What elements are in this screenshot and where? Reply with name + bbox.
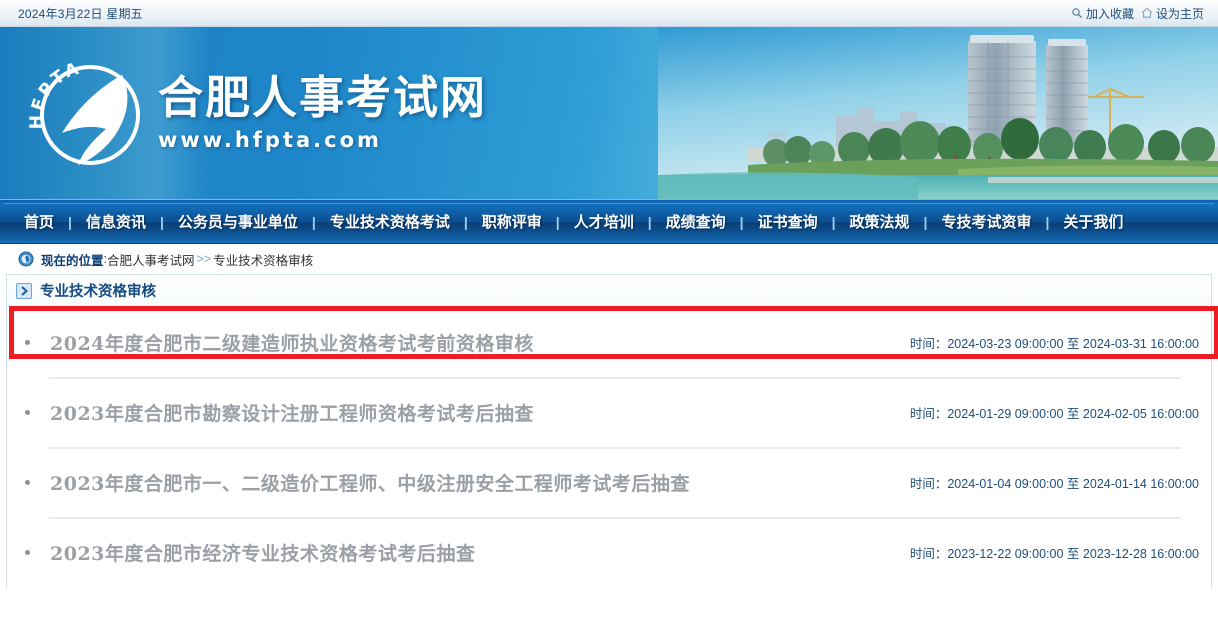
time-joiner: 至 bbox=[1066, 336, 1080, 351]
top-utility-bar: 2024年3月22日 星期五 加入收藏 设为主页 bbox=[0, 0, 1218, 27]
list-item-title[interactable]: 2024年度合肥市二级建造师执业资格考试考前资格审核 bbox=[50, 329, 910, 356]
nav-item-2[interactable]: 公务员与事业单位 bbox=[164, 211, 312, 232]
set-homepage-label: 设为主页 bbox=[1155, 6, 1204, 21]
time-end: 2023-12-28 16:00:00 bbox=[1082, 546, 1199, 561]
time-label: 时间： bbox=[909, 476, 948, 491]
list-item[interactable]: 2023年度合肥市勘察设计注册工程师资格考试考后抽查 时间：2024-01-29 … bbox=[7, 377, 1211, 447]
nav-item-0[interactable]: 首页 bbox=[10, 211, 68, 232]
current-date: 2024年3月22日 星期五 bbox=[18, 6, 143, 21]
site-url: www.hfpta.com bbox=[158, 128, 382, 153]
set-homepage-button[interactable]: 设为主页 bbox=[1141, 5, 1204, 22]
main-navigation: 首页 | 信息资讯 | 公务员与事业单位 | 专业技术资格考试 | 职称评审 | 人才培训 | 成绩查询… bbox=[0, 199, 1218, 244]
breadcrumb-label: 现在的位置 bbox=[41, 252, 104, 268]
bullet-icon bbox=[25, 549, 30, 555]
nav-item-1[interactable]: 信息资讯 bbox=[72, 211, 160, 232]
list-item[interactable]: 2023年度合肥市一、二级造价工程师、中级注册安全工程师考试考后抽查 时间：202… bbox=[7, 447, 1211, 517]
time-label: 时间： bbox=[909, 546, 948, 561]
breadcrumb-root-link[interactable]: 合肥人事考试网 bbox=[107, 250, 195, 269]
add-favorite-label: 加入收藏 bbox=[1085, 6, 1134, 21]
panel-title: 专业技术资格审核 bbox=[40, 284, 156, 300]
hfpta-logo-icon: HFPTA bbox=[26, 49, 154, 177]
top-utility-links: 加入收藏 设为主页 bbox=[1071, 5, 1204, 22]
time-joiner: 至 bbox=[1066, 546, 1080, 561]
time-joiner: 至 bbox=[1066, 476, 1080, 491]
list-item-title[interactable]: 2023年度合肥市一、二级造价工程师、中级注册安全工程师考试考后抽查 bbox=[50, 469, 910, 496]
panel-header: 专业技术资格审核 bbox=[7, 275, 1211, 307]
nav-item-7[interactable]: 证书查询 bbox=[744, 211, 832, 232]
time-joiner: 至 bbox=[1066, 406, 1080, 421]
nav-item-9[interactable]: 专技考试资审 bbox=[927, 211, 1045, 232]
time-label: 时间： bbox=[909, 406, 948, 421]
time-start: 2024-01-29 09:00:00 bbox=[947, 406, 1064, 421]
content-panel: 专业技术资格审核 2024年度合肥市二级建造师执业资格考试考前资格审核 时间：20… bbox=[6, 274, 1218, 588]
nav-list: 首页 | 信息资讯 | 公务员与事业单位 | 专业技术资格考试 | 职称评审 | 人才培训 | 成绩查询… bbox=[10, 211, 1208, 232]
list-item-time: 时间：2024-01-04 09:00:00 至 2024-01-14 16:0… bbox=[910, 473, 1199, 492]
time-end: 2024-01-14 16:00:00 bbox=[1082, 476, 1199, 491]
audit-list: 2024年度合肥市二级建造师执业资格考试考前资格审核 时间：2024-03-23 … bbox=[7, 307, 1211, 587]
time-start: 2024-03-23 09:00:00 bbox=[947, 336, 1064, 351]
add-favorite-button[interactable]: 加入收藏 bbox=[1071, 5, 1134, 22]
time-label: 时间： bbox=[909, 336, 948, 351]
site-logo[interactable]: HFPTA 合肥人事考试网 www.hfpta.com bbox=[26, 49, 487, 177]
breadcrumb-current: 专业技术资格审核 bbox=[213, 253, 314, 268]
home-icon bbox=[1141, 7, 1153, 19]
city-photo bbox=[658, 27, 1218, 199]
time-end: 2024-02-05 16:00:00 bbox=[1082, 406, 1199, 421]
nav-item-10[interactable]: 关于我们 bbox=[1049, 211, 1137, 232]
nav-item-3[interactable]: 专业技术资格考试 bbox=[316, 211, 464, 232]
list-item-time: 时间：2024-03-23 09:00:00 至 2024-03-31 16:0… bbox=[910, 333, 1199, 352]
site-title: 合肥人事考试网 bbox=[158, 70, 488, 124]
bullet-icon bbox=[25, 339, 30, 345]
bullet-icon bbox=[25, 479, 30, 485]
site-banner: HFPTA 合肥人事考试网 www.hfpta.com bbox=[0, 27, 1218, 199]
nav-item-6[interactable]: 成绩查询 bbox=[652, 211, 740, 232]
list-item[interactable]: 2024年度合肥市二级建造师执业资格考试考前资格审核 时间：2024-03-23 … bbox=[7, 307, 1211, 377]
breadcrumb-arrow: >> bbox=[196, 252, 212, 266]
nav-item-8[interactable]: 政策法规 bbox=[836, 211, 924, 232]
list-item[interactable]: 2023年度合肥市经济专业技术资格考试考后抽查 时间：2023-12-22 09:… bbox=[7, 517, 1211, 587]
list-item-title[interactable]: 2023年度合肥市勘察设计注册工程师资格考试考后抽查 bbox=[50, 399, 910, 426]
time-start: 2024-01-04 09:00:00 bbox=[947, 476, 1064, 491]
nav-item-4[interactable]: 职称评审 bbox=[468, 211, 556, 232]
list-item-time: 时间：2023-12-22 09:00:00 至 2023-12-28 16:0… bbox=[910, 543, 1199, 562]
logo-text-block: 合肥人事考试网 www.hfpta.com bbox=[158, 70, 488, 153]
breadcrumb: 现在的位置 : 合肥人事考试网 >> 专业技术资格审核 bbox=[0, 244, 1218, 274]
location-clock-icon bbox=[18, 251, 34, 267]
nav-item-5[interactable]: 人才培训 bbox=[560, 211, 648, 232]
time-start: 2023-12-22 09:00:00 bbox=[947, 546, 1064, 561]
bullet-icon bbox=[25, 409, 30, 415]
list-item-title[interactable]: 2023年度合肥市经济专业技术资格考试考后抽查 bbox=[50, 539, 910, 566]
list-item-time: 时间：2024-01-29 09:00:00 至 2024-02-05 16:0… bbox=[910, 403, 1199, 422]
chevron-right-icon bbox=[16, 282, 32, 299]
time-end: 2024-03-31 16:00:00 bbox=[1082, 336, 1199, 351]
search-star-icon bbox=[1071, 7, 1083, 19]
